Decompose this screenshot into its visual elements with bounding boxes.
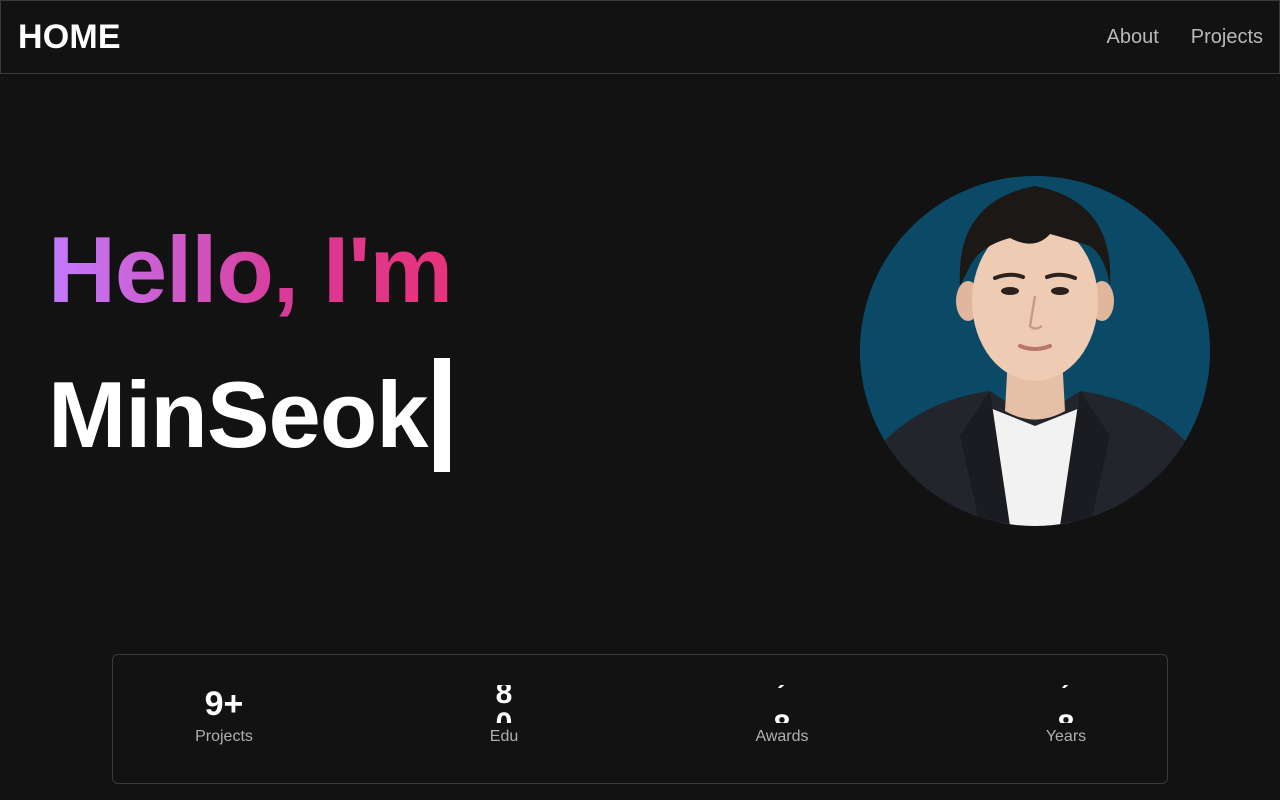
- stat-awards-value: ´ 8: [774, 685, 791, 723]
- hero-greeting: Hello, I'm: [48, 217, 453, 322]
- stat-awards: ´ 8 Awards: [702, 685, 862, 747]
- stat-edu-digit-top: 8: [495, 685, 513, 710]
- hero-name: MinSeok: [48, 361, 429, 467]
- stat-projects-value: 9+: [204, 685, 244, 723]
- stat-edu-digit-bottom: 0: [496, 709, 513, 724]
- stats-panel: 9+ Projects 8 0 Edu ´ 8 Awards ´ 8 Yea: [112, 654, 1168, 784]
- stat-edu-value: 8 0: [496, 685, 513, 723]
- stat-edu: 8 0 Edu: [424, 685, 584, 747]
- top-navbar: HOME About Projects: [0, 0, 1280, 74]
- stat-years-label: Years: [1045, 728, 1087, 745]
- home-link[interactable]: HOME: [18, 18, 121, 57]
- stat-projects: 9+ Projects: [144, 685, 304, 747]
- typing-caret: [433, 358, 450, 472]
- hero-name-line: MinSeok: [48, 358, 450, 472]
- stat-years-digit-top: ´: [1061, 685, 1071, 712]
- stat-awards-label: Awards: [755, 728, 809, 745]
- stat-awards-digit-bottom: 8: [774, 711, 791, 724]
- stat-years: ´ 8 Years: [986, 685, 1146, 747]
- nav-projects-link[interactable]: Projects: [1191, 26, 1263, 49]
- stat-edu-label: Edu: [489, 728, 519, 745]
- nav-links: About Projects: [1106, 26, 1263, 49]
- stat-awards-digit-top: ´: [777, 685, 787, 712]
- profile-photo: [860, 176, 1210, 526]
- nav-about-link[interactable]: About: [1106, 26, 1158, 49]
- stat-projects-label: Projects: [195, 728, 253, 745]
- stat-years-digit-bottom: 8: [1058, 711, 1075, 724]
- avatar: [860, 176, 1210, 526]
- stat-years-value: ´ 8: [1058, 685, 1075, 723]
